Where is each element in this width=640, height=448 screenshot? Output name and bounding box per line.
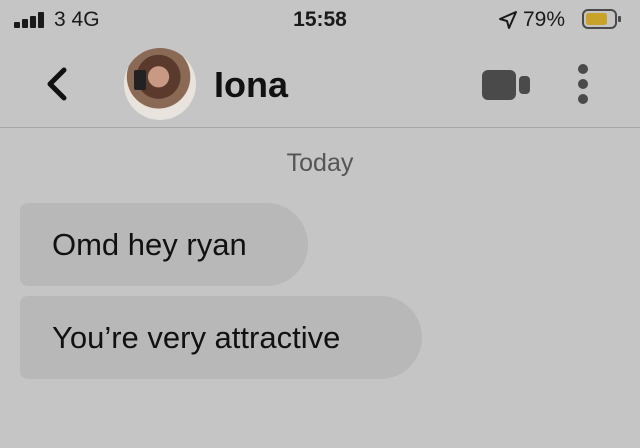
avatar[interactable]: [124, 48, 196, 120]
status-bar: 3 4G 15:58 79%: [0, 0, 640, 40]
more-vertical-icon[interactable]: [572, 62, 594, 106]
chat-header: Iona: [0, 40, 640, 128]
back-chevron-icon[interactable]: [40, 64, 74, 104]
location-arrow-icon: [499, 11, 517, 29]
battery-icon: [582, 9, 621, 29]
battery-percent: 79%: [523, 8, 566, 31]
avatar-photo-detail: [134, 70, 146, 90]
contact-name[interactable]: Iona: [214, 64, 288, 106]
message-bubble[interactable]: You’re very attractive: [20, 296, 422, 379]
video-call-icon[interactable]: [480, 68, 532, 102]
date-separator: Today: [286, 149, 354, 177]
message-bubble[interactable]: Omd hey ryan: [20, 203, 308, 286]
